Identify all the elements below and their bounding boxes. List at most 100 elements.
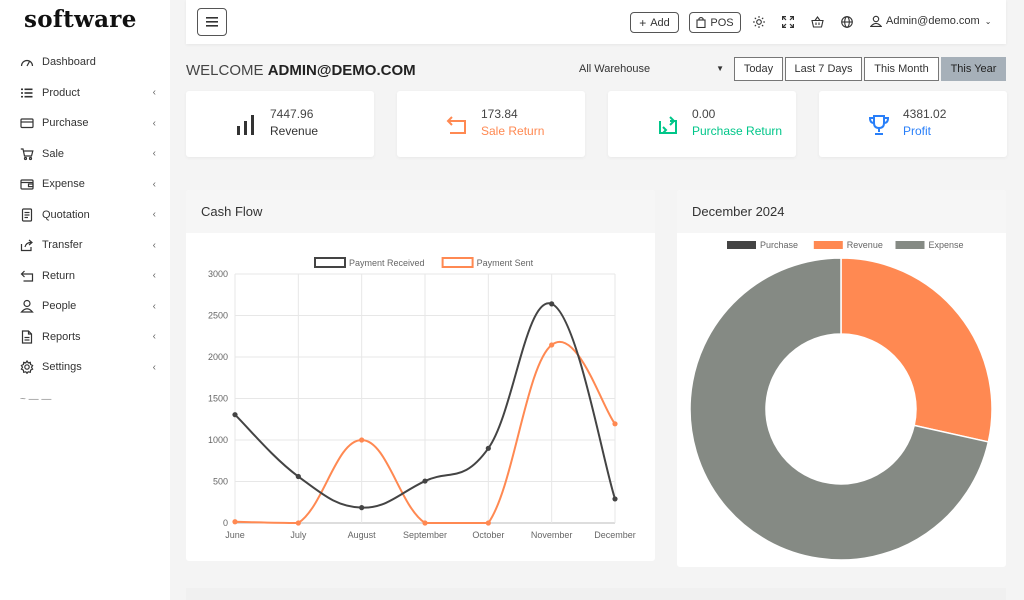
share-icon — [20, 238, 34, 252]
data-point-payment-received[interactable] — [612, 496, 618, 502]
sidebar-item-label: Reports — [42, 330, 81, 343]
x-tick-label: September — [403, 530, 447, 540]
data-point-payment-sent[interactable] — [295, 520, 301, 526]
data-point-payment-sent[interactable] — [485, 520, 491, 526]
y-tick-label: 500 — [213, 477, 228, 487]
list-icon — [20, 86, 34, 100]
pos-button[interactable]: POS — [689, 12, 741, 33]
sidebar-item-label: Product — [42, 86, 80, 99]
menu-toggle-button[interactable] — [197, 8, 227, 36]
basket-icon[interactable] — [810, 15, 824, 29]
period-last7-button[interactable]: Last 7 Days — [785, 57, 862, 81]
data-point-payment-sent[interactable] — [612, 421, 618, 427]
sidebar-item-quotation[interactable]: Quotation ‹ — [0, 200, 170, 231]
legend-label: Purchase — [760, 240, 798, 250]
data-point-payment-sent[interactable] — [549, 342, 555, 348]
legend-item: Revenue — [813, 240, 883, 250]
sidebar-item-people[interactable]: People ‹ — [0, 291, 170, 322]
sidebar-item-return[interactable]: Return ‹ — [0, 261, 170, 292]
warehouse-select-value: All Warehouse — [579, 63, 651, 75]
chevron-left-icon: ‹ — [152, 361, 156, 373]
chevron-left-icon: ‹ — [152, 239, 156, 251]
y-tick-label: 1500 — [208, 394, 228, 404]
globe-icon — [841, 16, 853, 28]
stat-card-sale-return: 173.84 Sale Return — [397, 91, 585, 157]
legend-label: Revenue — [847, 240, 883, 250]
chevron-left-icon: ‹ — [152, 178, 156, 190]
legend-swatch — [441, 257, 474, 268]
period-month-button[interactable]: This Month — [864, 57, 939, 81]
revenue-value: 7447.96 — [270, 107, 314, 121]
trophy-icon — [868, 115, 890, 135]
cash-flow-panel: Cash Flow Payment Received Payment Sent 0 5… — [186, 190, 655, 561]
data-point-payment-received[interactable] — [422, 478, 428, 484]
sidebar-item-label: Settings — [42, 361, 82, 374]
data-point-payment-sent[interactable] — [232, 519, 238, 525]
december-donut-chart: Purchase Revenue Expense — [689, 240, 993, 561]
data-point-payment-sent[interactable] — [422, 520, 428, 526]
x-tick-label: August — [348, 530, 377, 540]
topbar: + Add POS Admin@demo.com ⌄ — [186, 0, 1006, 44]
bottom-panel-edge — [186, 588, 1006, 600]
plus-icon: + — [639, 15, 647, 30]
fullscreen-icon[interactable] — [781, 15, 795, 29]
user-icon — [20, 299, 34, 313]
period-today-button[interactable]: Today — [734, 57, 783, 81]
sidebar-item-reports[interactable]: Reports ‹ — [0, 322, 170, 353]
purchase-return-label: Purchase Return — [692, 124, 783, 138]
donut-slice-revenue[interactable] — [840, 257, 993, 443]
user-menu-label: Admin@demo.com — [886, 15, 980, 27]
sidebar-item-purchase[interactable]: Purchase ‹ — [0, 108, 170, 139]
user-menu[interactable]: Admin@demo.com ⌄ — [870, 15, 991, 27]
language-icon[interactable] — [840, 15, 854, 29]
sidebar-overflow-item: ~ — — — [20, 394, 52, 400]
cart-icon — [20, 147, 34, 161]
y-tick-label: 0 — [223, 518, 228, 528]
add-button[interactable]: + Add — [630, 12, 679, 33]
data-point-payment-received[interactable] — [232, 412, 238, 418]
sidebar-item-product[interactable]: Product ‹ — [0, 78, 170, 109]
legend-item: Payment Received — [314, 257, 425, 268]
sidebar-item-expense[interactable]: Expense ‹ — [0, 169, 170, 200]
sidebar-item-label: Return — [42, 269, 76, 282]
legend-item: Purchase — [727, 240, 798, 250]
data-point-payment-received[interactable] — [295, 473, 301, 480]
legend-label: Expense — [929, 240, 964, 250]
cash-flow-title: Cash Flow — [201, 204, 263, 219]
data-point-payment-received[interactable] — [485, 445, 491, 451]
december-panel: December 2024 Purchase Revenue Expense — [677, 190, 1006, 567]
chevron-left-icon: ‹ — [152, 270, 156, 282]
profit-label: Profit — [903, 124, 932, 138]
sidebar-item-label: Sale — [42, 147, 65, 160]
welcome-heading: WELCOME ADMIN@DEMO.COM — [186, 62, 416, 79]
repeat-icon — [659, 116, 677, 134]
cash-flow-chart: Payment Received Payment Sent 0 500 1000 1500… — [208, 257, 636, 540]
y-tick-label: 3000 — [208, 269, 228, 279]
file-icon — [20, 330, 34, 344]
profit-value: 4381.02 — [903, 107, 947, 121]
period-year-button[interactable]: This Year — [941, 57, 1006, 81]
warehouse-select[interactable]: All Warehouse ▼ — [572, 58, 728, 80]
revenue-label: Revenue — [270, 124, 319, 138]
data-point-payment-sent[interactable] — [359, 437, 365, 443]
user-icon — [870, 15, 882, 27]
add-button-label: Add — [650, 16, 670, 29]
sidebar-item-label: Dashboard — [42, 56, 96, 69]
welcome-prefix: WELCOME — [186, 62, 264, 79]
y-tick-label: 1000 — [208, 435, 228, 445]
december-title: December 2024 — [692, 204, 785, 219]
return-icon — [20, 269, 34, 283]
sidebar-item-sale[interactable]: Sale ‹ — [0, 139, 170, 170]
data-point-payment-received[interactable] — [359, 505, 365, 511]
december-header: December 2024 — [677, 190, 1006, 233]
x-tick-label: November — [531, 530, 573, 540]
sidebar-nav: Dashboard Product ‹ Purchase ‹ Sale ‹ Expense ‹ Q… — [0, 47, 170, 383]
chevron-down-icon: ⌄ — [984, 16, 992, 26]
sidebar-item-settings[interactable]: Settings ‹ — [0, 352, 170, 383]
stat-card-profit: 4381.02 Profit — [819, 91, 1007, 157]
theme-toggle-icon[interactable] — [752, 15, 766, 29]
sidebar-item-dashboard[interactable]: Dashboard — [0, 47, 170, 78]
sidebar-item-transfer[interactable]: Transfer ‹ — [0, 230, 170, 261]
data-point-payment-received[interactable] — [549, 301, 555, 307]
gear-icon — [20, 360, 34, 375]
